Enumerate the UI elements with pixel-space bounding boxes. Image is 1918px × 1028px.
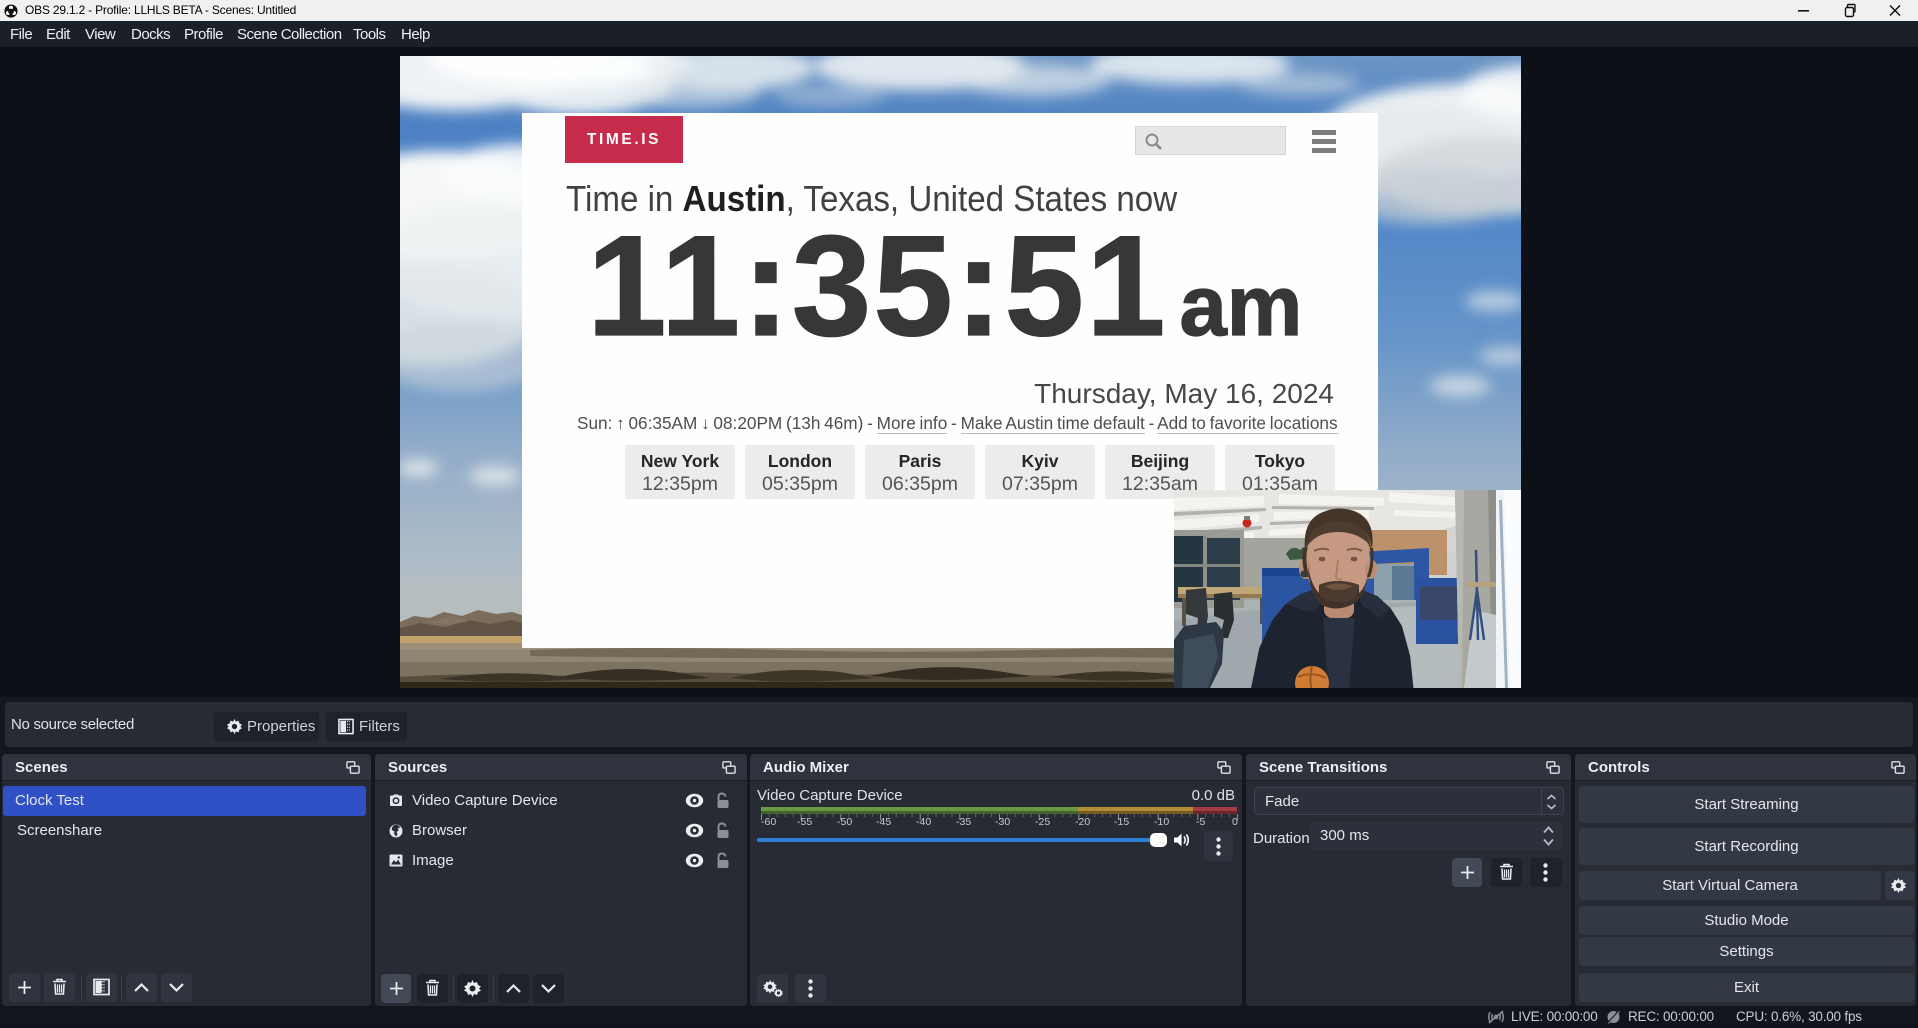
svg-text:-5: -5	[1196, 816, 1205, 828]
svg-text:-25: -25	[1035, 816, 1050, 828]
svg-text:-55: -55	[797, 816, 812, 828]
svg-text:-20: -20	[1075, 816, 1090, 828]
svg-text:-60: -60	[761, 816, 776, 828]
svg-text:-35: -35	[956, 816, 971, 828]
svg-text:-40: -40	[916, 816, 931, 828]
svg-text:-30: -30	[995, 816, 1010, 828]
svg-text:-50: -50	[837, 816, 852, 828]
svg-text:0: 0	[1232, 816, 1238, 828]
svg-text:-45: -45	[876, 816, 891, 828]
svg-text:-10: -10	[1154, 816, 1169, 828]
svg-text:-15: -15	[1114, 816, 1129, 828]
